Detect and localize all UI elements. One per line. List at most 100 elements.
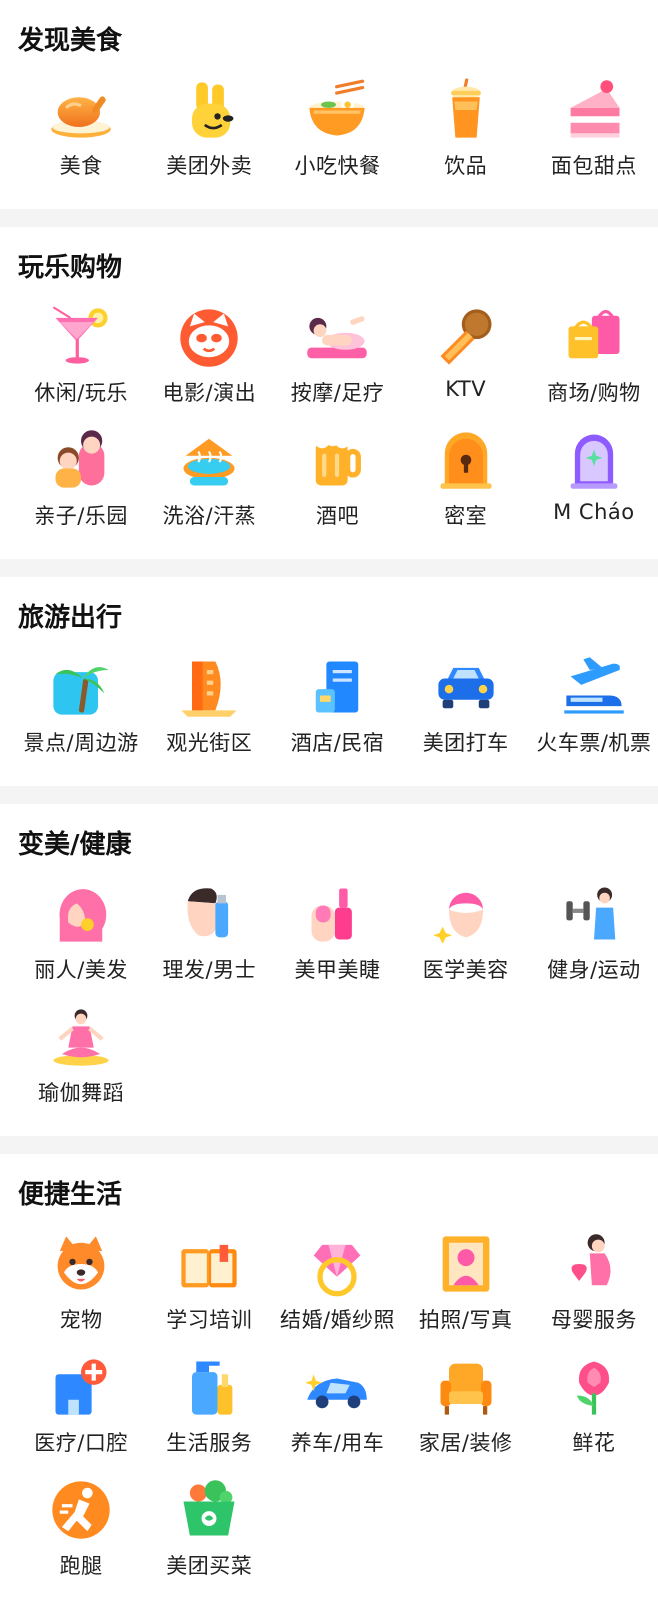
noodle-bowl-icon (309, 79, 366, 136)
bath-icon (183, 438, 235, 486)
category-label: 美团打车 (422, 731, 509, 755)
category-label: 养车/用车 (290, 1431, 385, 1455)
hospital-icon (55, 1359, 107, 1415)
category-section: 便捷生活 宠物 学习培训 结婚/婚纱照 拍照/写真 母婴服务 医疗/口腔 生活服… (0, 1154, 658, 1609)
category-item[interactable]: 美团打车 (402, 647, 530, 770)
section-divider (0, 559, 658, 577)
category-label: 休闲/玩乐 (34, 381, 128, 405)
category-item[interactable]: 饮品 (402, 70, 530, 193)
category-item[interactable]: 医疗/口腔 (17, 1347, 145, 1470)
category-label: 景点/周边游 (23, 731, 139, 755)
category-item[interactable]: KTV (402, 297, 530, 420)
category-item[interactable]: 瑜伽舞蹈 (17, 997, 145, 1120)
cleaning-icon (192, 1361, 233, 1415)
category-label: 酒吧 (315, 504, 359, 528)
category-item[interactable]: 商场/购物 (530, 297, 658, 420)
category-page: 发现美食 美食 美团外卖 小吃快餐 饮品 面包甜点 玩乐购物 休闲/玩乐 电影/… (0, 0, 658, 1609)
category-item[interactable]: 面包甜点 (530, 70, 658, 193)
category-item[interactable]: 休闲/玩乐 (17, 297, 145, 420)
category-item[interactable]: 酒吧 (273, 420, 401, 543)
category-item[interactable]: 医学美容 (402, 874, 530, 997)
category-label: 饮品 (444, 154, 488, 178)
category-grid: 休闲/玩乐 电影/演出 按摩/足疗 KTV 商场/购物 亲子/乐园 洗浴/汗蒸 … (17, 297, 658, 543)
category-label: 酒店/民宿 (290, 731, 385, 755)
category-item[interactable]: 电影/演出 (145, 297, 273, 420)
category-item[interactable]: 宠物 (17, 1224, 145, 1347)
category-item[interactable]: 密室 (402, 420, 530, 543)
barber-icon (187, 888, 229, 938)
category-item[interactable]: 美团外卖 (145, 70, 273, 193)
category-item[interactable]: 美甲美睫 (273, 874, 401, 997)
palm-tree-icon (53, 667, 109, 715)
category-item[interactable]: 火车票/机票 (530, 647, 658, 770)
nail-polish-icon (311, 888, 353, 942)
sports-car-icon (305, 1374, 368, 1409)
category-label: 面包甜点 (550, 154, 637, 178)
category-item[interactable]: 丽人/美发 (17, 874, 145, 997)
category-label: M Cháo (553, 500, 635, 524)
category-label: 拍照/写真 (418, 1308, 513, 1332)
section-divider (0, 1136, 658, 1154)
parent-child-icon (55, 430, 105, 488)
category-item[interactable]: 生活服务 (145, 1347, 273, 1470)
category-item[interactable]: 养车/用车 (273, 1347, 401, 1470)
category-label: 家居/装修 (418, 1431, 513, 1455)
category-label: 亲子/乐园 (34, 504, 128, 528)
category-item[interactable]: 结婚/婚纱照 (273, 1224, 401, 1347)
section-divider (0, 209, 658, 227)
massage-icon (307, 316, 368, 359)
category-item[interactable]: 洗浴/汗蒸 (145, 420, 273, 543)
category-item[interactable]: 鲜花 (530, 1347, 658, 1470)
category-label: 观光街区 (166, 731, 253, 755)
category-label: 结婚/婚纱照 (279, 1308, 396, 1332)
yoga-icon (53, 1009, 109, 1066)
portrait-frame-icon (442, 1236, 490, 1292)
category-item[interactable]: 学习培训 (145, 1224, 273, 1347)
category-item[interactable]: 跑腿 (17, 1470, 145, 1593)
category-label: 丽人/美发 (34, 958, 128, 982)
section-title: 便捷生活 (18, 1180, 123, 1210)
facial-care-icon (432, 892, 483, 944)
category-label: 理发/男士 (162, 958, 257, 982)
category-item[interactable]: 按摩/足疗 (273, 297, 401, 420)
category-item[interactable]: 美团买菜 (145, 1470, 273, 1593)
category-item[interactable]: 拍照/写真 (402, 1224, 530, 1347)
category-item[interactable]: 理发/男士 (145, 874, 273, 997)
category-label: 母婴服务 (550, 1308, 637, 1332)
category-label: 健身/运动 (547, 958, 641, 982)
building-icon (181, 661, 237, 717)
car-icon (438, 667, 494, 709)
category-label: 美团外卖 (166, 154, 253, 178)
category-item[interactable]: 小吃快餐 (273, 70, 401, 193)
category-item[interactable]: 美食 (17, 70, 145, 193)
category-label: 密室 (444, 504, 488, 528)
category-item[interactable]: 家居/装修 (402, 1347, 530, 1470)
category-item[interactable]: 酒店/民宿 (273, 647, 401, 770)
category-grid: 丽人/美发 理发/男士 美甲美睫 医学美容 健身/运动 瑜伽舞蹈 (17, 874, 658, 1120)
category-label: 洗浴/汗蒸 (162, 504, 257, 528)
category-label: 学习培训 (166, 1308, 253, 1332)
section-title: 变美/健康 (18, 830, 132, 860)
category-item[interactable]: 母婴服务 (530, 1224, 658, 1347)
category-label: 美食 (59, 154, 103, 178)
category-label: 宠物 (59, 1308, 103, 1332)
category-item[interactable]: M Cháo (530, 420, 658, 543)
category-label: 医疗/口腔 (34, 1431, 128, 1455)
category-label: 电影/演出 (162, 381, 257, 405)
category-grid: 美食 美团外卖 小吃快餐 饮品 面包甜点 (17, 70, 658, 193)
category-label: 按摩/足疗 (290, 381, 385, 405)
microphone-icon (440, 309, 492, 365)
category-label: KTV (445, 377, 487, 401)
hotel-icon (316, 661, 359, 713)
category-item[interactable]: 亲子/乐园 (17, 420, 145, 543)
locked-door-icon (440, 432, 492, 489)
vegetable-basket-icon (183, 1480, 235, 1536)
beer-mug-icon (315, 429, 362, 486)
section-divider (0, 786, 658, 804)
category-item[interactable]: 观光街区 (145, 647, 273, 770)
category-section: 玩乐购物 休闲/玩乐 电影/演出 按摩/足疗 KTV 商场/购物 亲子/乐园 洗… (0, 227, 658, 559)
kangaroo-icon (192, 82, 234, 138)
category-item[interactable]: 景点/周边游 (17, 647, 145, 770)
category-item[interactable]: 健身/运动 (530, 874, 658, 997)
running-man-icon (52, 1481, 110, 1539)
